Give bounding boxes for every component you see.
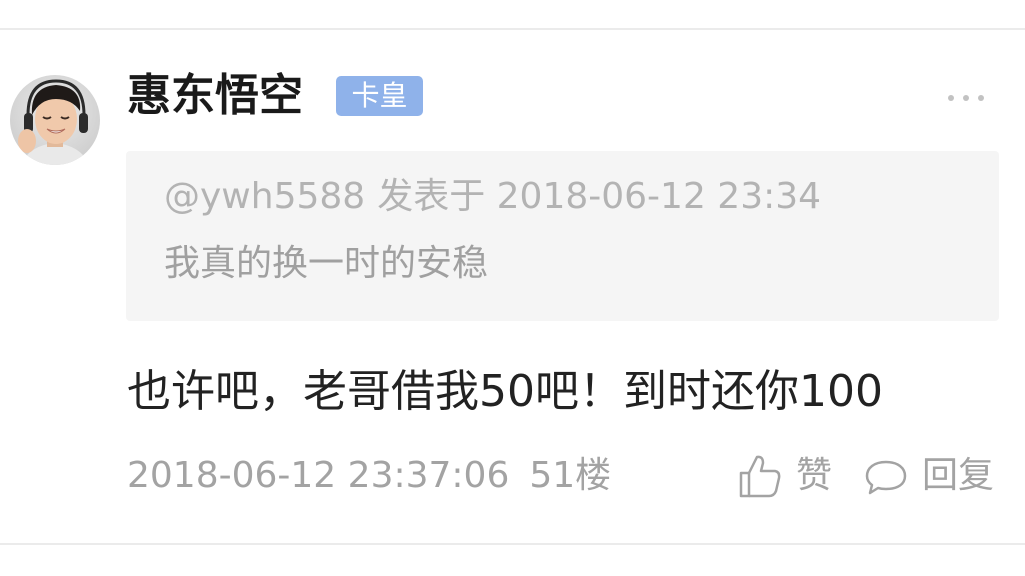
reply-button[interactable]: 回复 xyxy=(864,450,994,502)
quoted-post[interactable]: @ywh5588 发表于 2018-06-12 23:34 我真的换一时的安稳 xyxy=(126,151,999,321)
avatar-image xyxy=(10,75,100,165)
quote-posted-at: 发表于 2018-06-12 23:34 xyxy=(377,176,822,217)
reply-label: 回复 xyxy=(922,455,995,496)
comment-content: 也许吧，老哥借我50吧！到时还你100 xyxy=(127,366,883,417)
user-badge: 卡皇 xyxy=(336,76,423,116)
quote-header: @ywh5588 发表于 2018-06-12 23:34 xyxy=(164,173,821,221)
bottom-divider xyxy=(0,543,1025,545)
like-label: 赞 xyxy=(796,455,833,496)
avatar[interactable] xyxy=(10,75,100,165)
speech-bubble-icon xyxy=(865,460,907,495)
quote-user: @ywh5588 xyxy=(164,176,366,217)
post-timestamp: 2018-06-12 23:37:06 xyxy=(127,455,510,496)
reply-item: 惠东悟空 卡皇 @ywh5588 发表于 2018-06-12 23:34 我真的… xyxy=(0,0,1025,576)
thumbs-up-icon xyxy=(739,455,781,498)
author-name[interactable]: 惠东悟空 xyxy=(127,66,303,126)
top-divider xyxy=(0,28,1025,30)
quote-text: 我真的换一时的安稳 xyxy=(164,243,489,284)
post-meta: 2018-06-12 23:37:06 51楼 xyxy=(127,452,611,500)
more-dots-icon[interactable] xyxy=(945,88,987,108)
floor-number: 51楼 xyxy=(529,455,612,496)
like-button[interactable]: 赞 xyxy=(738,450,832,502)
